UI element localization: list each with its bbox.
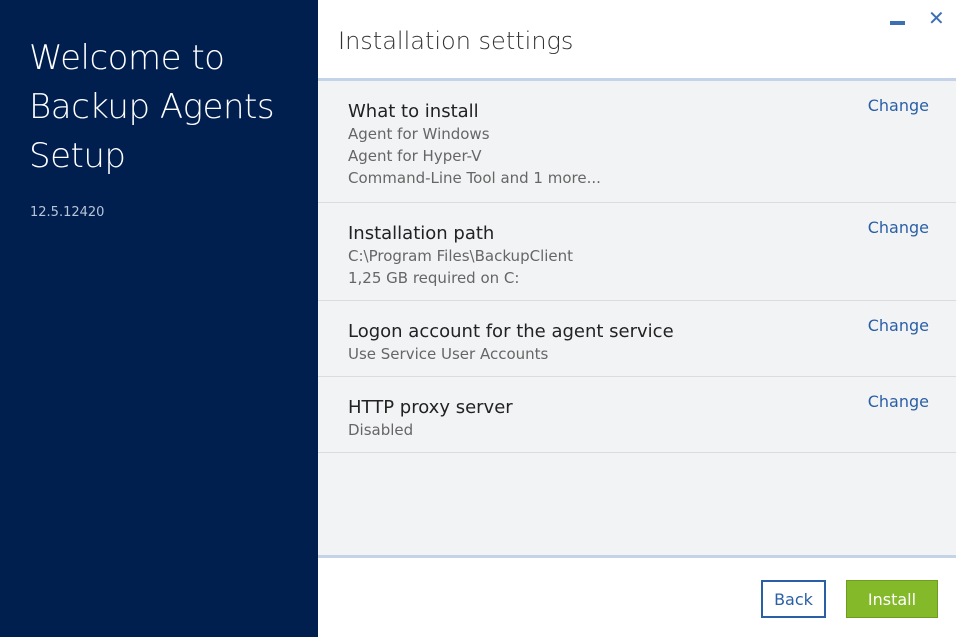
section-logon-account: Logon account for the agent service Use …	[318, 301, 956, 377]
minimize-button[interactable]	[890, 10, 906, 25]
change-installation-path-link[interactable]: Change	[868, 218, 929, 237]
change-http-proxy-link[interactable]: Change	[868, 392, 929, 411]
version-label: 12.5.12420	[30, 205, 105, 220]
back-button[interactable]: Back	[761, 580, 826, 618]
footer: Back Install	[318, 558, 956, 637]
welcome-heading: Welcome to Backup Agents Setup	[29, 34, 309, 181]
section-title: Logon account for the agent service	[348, 321, 674, 342]
section-line: Agent for Hyper-V	[348, 147, 482, 165]
settings-list: What to install Agent for Windows Agent …	[318, 78, 956, 558]
section-line: Agent for Windows	[348, 125, 490, 143]
section-installation-path: Installation path C:\Program Files\Backu…	[318, 203, 956, 301]
welcome-line-3: Setup	[29, 136, 126, 176]
section-title: Installation path	[348, 223, 495, 244]
section-line: C:\Program Files\BackupClient	[348, 247, 574, 265]
section-what-to-install: What to install Agent for Windows Agent …	[318, 81, 956, 203]
section-line: Use Service User Accounts	[348, 345, 549, 363]
section-title: HTTP proxy server	[348, 397, 513, 418]
close-button[interactable]: ✕	[928, 6, 945, 30]
page-title: Installation settings	[338, 27, 574, 55]
change-logon-account-link[interactable]: Change	[868, 316, 929, 335]
change-what-to-install-link[interactable]: Change	[868, 96, 929, 115]
section-title: What to install	[348, 101, 479, 122]
section-line: Disabled	[348, 421, 414, 439]
minimize-icon	[890, 21, 905, 25]
section-line: 1,25 GB required on C:	[348, 269, 520, 287]
welcome-line-2: Backup Agents	[29, 87, 275, 127]
main-panel: Installation settings ✕ What to install …	[318, 0, 956, 637]
section-http-proxy: HTTP proxy server Disabled Change	[318, 377, 956, 453]
install-button[interactable]: Install	[846, 580, 938, 618]
sidebar: Welcome to Backup Agents Setup 12.5.1242…	[0, 0, 318, 637]
section-line: Command-Line Tool and 1 more...	[348, 169, 601, 187]
close-icon: ✕	[928, 6, 945, 30]
welcome-line-1: Welcome to	[29, 38, 225, 78]
